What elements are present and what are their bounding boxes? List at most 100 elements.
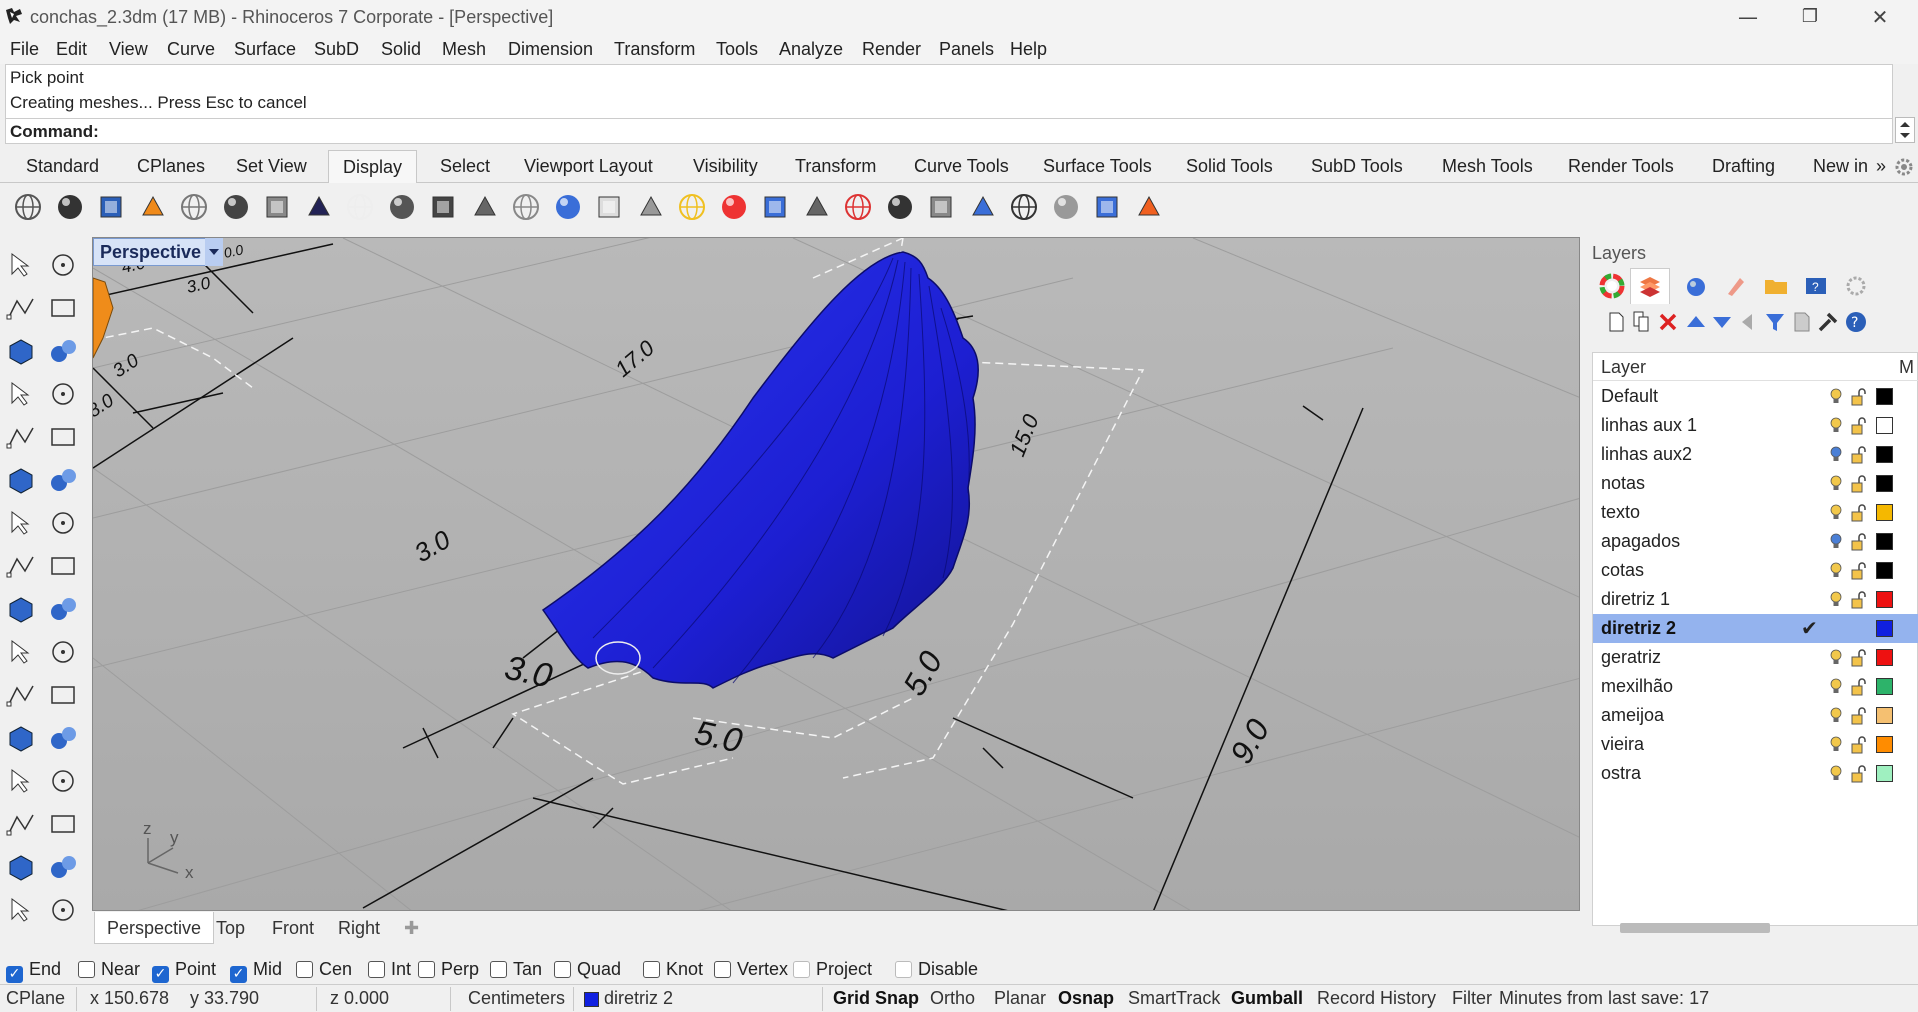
trim-icon[interactable] xyxy=(46,635,80,669)
osnap-disable[interactable]: Disable xyxy=(895,959,978,980)
circle-icon[interactable] xyxy=(4,334,38,368)
checkbox[interactable] xyxy=(490,961,507,978)
dimension-icon[interactable] xyxy=(46,764,80,798)
unlock-icon[interactable] xyxy=(1851,504,1867,522)
layer-row[interactable]: diretriz 1 xyxy=(1593,585,1918,614)
spotlight-icon[interactable] xyxy=(884,191,916,223)
checkbox[interactable]: ✓ xyxy=(6,966,23,983)
help-icon[interactable]: ? xyxy=(1842,308,1870,336)
osnap-mid[interactable]: ✓ Mid xyxy=(230,959,282,983)
tab-cplanes[interactable]: CPlanes xyxy=(137,156,205,177)
tab-display[interactable]: Display xyxy=(328,150,418,184)
tab-transform[interactable]: Transform xyxy=(795,156,876,177)
tab-select[interactable]: Select xyxy=(440,156,490,177)
layer-color-swatch[interactable] xyxy=(1876,504,1893,521)
arc-icon[interactable] xyxy=(46,420,80,454)
cube-color-icon[interactable] xyxy=(1091,191,1123,223)
layer-color-swatch[interactable] xyxy=(1876,707,1893,724)
menu-panels[interactable]: Panels xyxy=(939,39,994,60)
command-input[interactable]: Command: xyxy=(6,118,1892,143)
tab-solid-tools[interactable]: Solid Tools xyxy=(1186,156,1273,177)
tab-drafting[interactable]: Drafting xyxy=(1712,156,1775,177)
menu-mesh[interactable]: Mesh xyxy=(442,39,486,60)
draft-angle-icon[interactable] xyxy=(635,191,667,223)
add-viewport-button[interactable]: ✚ xyxy=(404,918,419,939)
revolve-icon[interactable] xyxy=(46,463,80,497)
checkbox[interactable]: ✓ xyxy=(230,966,247,983)
color-wheel-icon[interactable] xyxy=(1598,272,1626,300)
rectangle-icon[interactable] xyxy=(46,377,80,411)
move-out-icon[interactable] xyxy=(1734,308,1762,336)
move-down-icon[interactable] xyxy=(1708,308,1736,336)
layer-row[interactable]: texto xyxy=(1593,498,1918,527)
osnap-knot[interactable]: Knot xyxy=(643,959,703,980)
boolean-icon[interactable] xyxy=(46,592,80,626)
menu-tools[interactable]: Tools xyxy=(716,39,758,60)
lightbulb-icon[interactable] xyxy=(1829,388,1843,406)
new-layer-icon[interactable] xyxy=(1602,308,1630,336)
chamfer-icon[interactable] xyxy=(46,721,80,755)
lightbulb-icon[interactable] xyxy=(1829,533,1843,551)
layer-color-swatch[interactable] xyxy=(1876,649,1893,666)
transparent-icon[interactable] xyxy=(759,191,791,223)
monitor-icon[interactable] xyxy=(1008,191,1040,223)
grid-icon[interactable] xyxy=(4,893,38,927)
wire-cube-icon[interactable] xyxy=(1050,191,1082,223)
layer-color-swatch[interactable] xyxy=(1876,765,1893,782)
unlock-icon[interactable] xyxy=(1851,591,1867,609)
osnap-quad[interactable]: Quad xyxy=(554,959,621,980)
ground-plane-icon[interactable] xyxy=(801,191,833,223)
toggle-icon[interactable] xyxy=(510,191,542,223)
checkbox[interactable] xyxy=(78,961,95,978)
layer-color-swatch[interactable] xyxy=(1876,475,1893,492)
checkbox[interactable] xyxy=(895,961,912,978)
ortho-toggle[interactable]: Ortho xyxy=(930,988,975,1009)
menu-edit[interactable]: Edit xyxy=(56,39,87,60)
restore-button[interactable]: ❐ xyxy=(1776,0,1844,34)
layer-states-icon[interactable] xyxy=(1788,308,1816,336)
units-label[interactable]: Centimeters xyxy=(468,988,565,1009)
osnap-point[interactable]: ✓ Point xyxy=(152,959,216,983)
unlock-icon[interactable] xyxy=(1851,446,1867,464)
lightbulb-icon[interactable] xyxy=(1829,707,1843,725)
select-arrow-icon[interactable] xyxy=(4,248,38,282)
layer-row[interactable]: linhas aux 1 xyxy=(1593,411,1918,440)
gumball-toggle[interactable]: Gumball xyxy=(1231,988,1303,1009)
tab-mesh-tools[interactable]: Mesh Tools xyxy=(1442,156,1533,177)
layer-color-swatch[interactable] xyxy=(1876,533,1893,550)
delete-layer-icon[interactable] xyxy=(1654,308,1682,336)
osnap-near[interactable]: Near xyxy=(78,959,140,980)
menu-solid[interactable]: Solid xyxy=(381,39,421,60)
osnap-end[interactable]: ✓ End xyxy=(6,959,61,983)
tools-icon[interactable] xyxy=(1814,308,1842,336)
current-layer-check-icon[interactable]: ✔ xyxy=(1801,616,1818,640)
tab-front[interactable]: Front xyxy=(272,918,314,939)
filter-toggle[interactable]: Filter xyxy=(1452,988,1492,1009)
tab-standard[interactable]: Standard xyxy=(26,156,99,177)
cplane-label[interactable]: CPlane xyxy=(6,988,65,1009)
folder-icon[interactable] xyxy=(1762,272,1790,300)
lightbulb-icon[interactable] xyxy=(1829,562,1843,580)
tab-visibility[interactable]: Visibility xyxy=(693,156,758,177)
help-panel-icon[interactable]: ? xyxy=(1802,272,1830,300)
planar-toggle[interactable]: Planar xyxy=(994,988,1046,1009)
checkbox[interactable] xyxy=(554,961,571,978)
technical-icon[interactable] xyxy=(220,191,252,223)
unlock-icon[interactable] xyxy=(1851,562,1867,580)
menu-curve[interactable]: Curve xyxy=(167,39,215,60)
layer-color-swatch[interactable] xyxy=(1876,591,1893,608)
raytraced-icon[interactable] xyxy=(386,191,418,223)
lightbulb-icon[interactable] xyxy=(1829,417,1843,435)
text-icon[interactable] xyxy=(4,764,38,798)
box-icon[interactable] xyxy=(4,506,38,540)
menu-file[interactable]: File xyxy=(10,39,39,60)
ghosted-icon[interactable] xyxy=(137,191,169,223)
layer-row[interactable]: ameijoa xyxy=(1593,701,1918,730)
current-layer[interactable]: diretriz 2 xyxy=(604,988,673,1009)
settings-icon[interactable] xyxy=(1842,272,1870,300)
osnap-cen[interactable]: Cen xyxy=(296,959,352,980)
sphere-icon[interactable] xyxy=(46,506,80,540)
tab-perspective[interactable]: Perspective xyxy=(94,912,215,944)
layer-row[interactable]: ostra xyxy=(1593,759,1918,788)
menu-subd[interactable]: SubD xyxy=(314,39,359,60)
